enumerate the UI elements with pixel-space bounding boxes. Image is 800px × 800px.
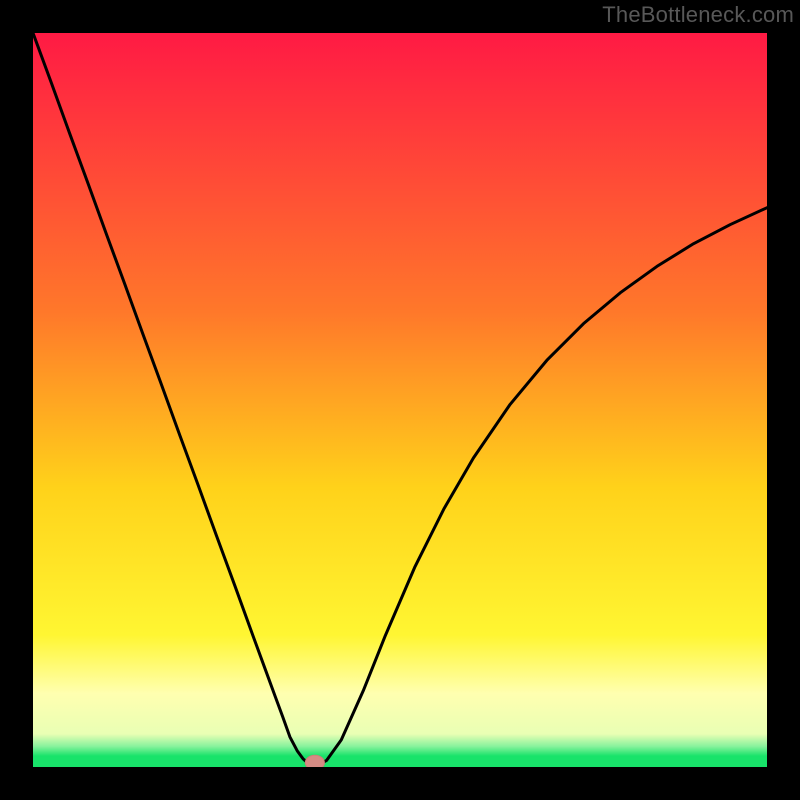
plot-area: [33, 33, 767, 767]
bottleneck-chart: [33, 33, 767, 767]
optimal-point-marker: [305, 755, 324, 767]
gradient-background: [33, 33, 767, 767]
watermark-text: TheBottleneck.com: [602, 2, 794, 28]
chart-outer-frame: TheBottleneck.com: [0, 0, 800, 800]
